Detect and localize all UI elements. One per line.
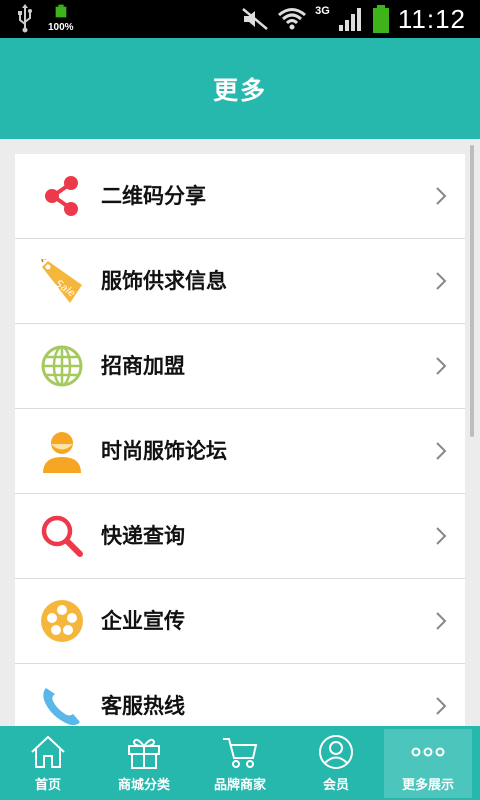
more-menu-list: 二维码分享 Sale 服饰供求信息 招商加盟 时尚服饰论坛 快递查询 企业宣传 … xyxy=(15,154,465,726)
scrollbar[interactable] xyxy=(470,145,474,437)
user-avatar-icon xyxy=(43,432,81,473)
chevron-right-icon xyxy=(436,357,447,375)
list-item-fashion-forum[interactable]: 时尚服饰论坛 xyxy=(15,409,465,494)
home-icon xyxy=(31,735,65,768)
signal-icon xyxy=(338,8,361,31)
list-item-express-query[interactable]: 快递查询 xyxy=(15,494,465,579)
page-title: 更多 xyxy=(212,75,267,105)
tab-mall-categories[interactable]: 商城分类 xyxy=(96,726,192,800)
list-item-qr-share[interactable]: 二维码分享 xyxy=(15,154,465,239)
chevron-right-icon xyxy=(436,527,447,545)
chevron-right-icon xyxy=(436,442,447,460)
tab-label: 品牌商家 xyxy=(213,778,266,793)
tab-member[interactable]: 会员 xyxy=(288,726,384,800)
battery-percent-label: 100% xyxy=(48,22,74,33)
tab-home[interactable]: 首页 xyxy=(0,726,96,800)
list-item-label: 服饰供求信息 xyxy=(101,269,227,293)
usb-icon xyxy=(18,4,32,33)
battery-icon xyxy=(372,5,389,33)
tab-label: 商城分类 xyxy=(117,778,170,793)
list-item-label: 企业宣传 xyxy=(101,609,185,633)
battery-small-icon: 100% xyxy=(48,4,74,34)
list-item-label: 招商加盟 xyxy=(101,354,185,378)
list-item-company-promo[interactable]: 企业宣传 xyxy=(15,579,465,664)
status-bar: 100% 3G 11:12 xyxy=(0,0,480,38)
globe-icon xyxy=(41,345,83,387)
more-dots-icon xyxy=(411,747,445,757)
tab-label: 更多展示 xyxy=(401,778,454,793)
chevron-right-icon xyxy=(436,272,447,290)
chevron-right-icon xyxy=(436,612,447,630)
network-type-label: 3G xyxy=(315,5,330,17)
film-reel-icon xyxy=(41,600,83,642)
list-item-supply-info[interactable]: Sale 服饰供求信息 xyxy=(15,239,465,324)
cart-icon xyxy=(223,738,258,768)
clock: 11:12 xyxy=(397,3,466,34)
phone-icon xyxy=(43,688,80,726)
list-item-label: 时尚服饰论坛 xyxy=(101,439,227,463)
list-item-label: 快递查询 xyxy=(101,524,185,548)
chevron-right-icon xyxy=(436,187,447,205)
chevron-right-icon xyxy=(436,697,447,715)
sale-tag-icon: Sale xyxy=(41,259,82,303)
tab-label: 会员 xyxy=(322,778,349,793)
tab-label: 首页 xyxy=(34,778,61,793)
gift-box-icon xyxy=(128,738,160,769)
magnifier-icon xyxy=(41,515,83,557)
list-item-label: 客服热线 xyxy=(101,694,185,718)
list-item-label: 二维码分享 xyxy=(101,184,206,208)
app-header: 更多 xyxy=(0,38,480,139)
wifi-icon xyxy=(278,8,307,30)
bottom-tab-bar: 首页 商城分类 品牌商家 会员 更多展示 xyxy=(0,726,480,800)
member-icon xyxy=(319,735,353,769)
tab-more[interactable]: 更多展示 xyxy=(384,729,472,798)
list-item-service-hotline[interactable]: 客服热线 xyxy=(15,664,465,726)
share-icon xyxy=(45,176,78,216)
list-item-franchise[interactable]: 招商加盟 xyxy=(15,324,465,409)
tab-brand-merchants[interactable]: 品牌商家 xyxy=(192,726,288,800)
mute-icon xyxy=(242,8,268,30)
